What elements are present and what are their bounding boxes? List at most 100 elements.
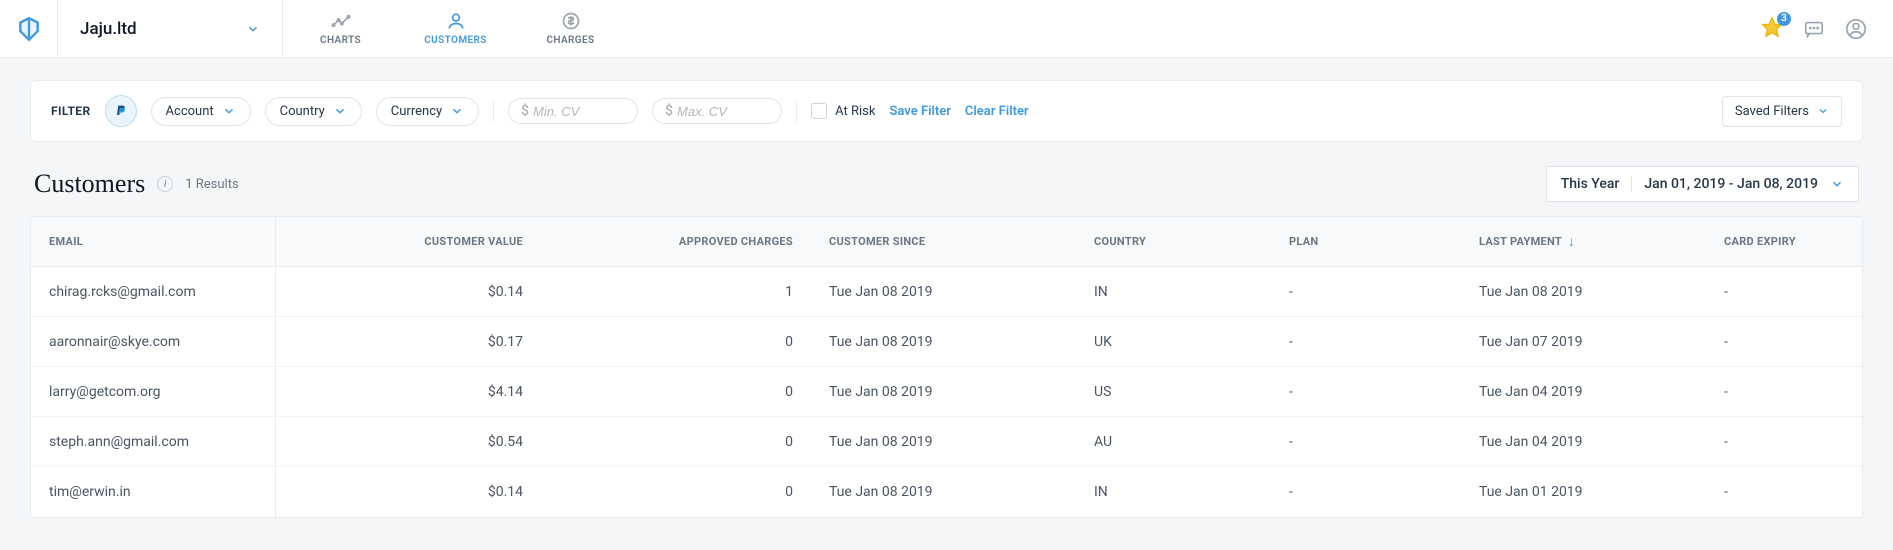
cell-approved-charges: 0 bbox=[541, 434, 811, 450]
user-avatar-icon[interactable] bbox=[1845, 18, 1867, 40]
col-customer-since[interactable]: CUSTOMER SINCE bbox=[811, 235, 1076, 248]
table-row[interactable]: tim@erwin.in$0.140Tue Jan 08 2019IN-Tue … bbox=[31, 467, 1862, 517]
dollar-circle-icon bbox=[561, 11, 581, 31]
cell-card-expiry: - bbox=[1706, 334, 1862, 350]
cell-customer-value: $0.54 bbox=[276, 434, 541, 450]
main-nav: CHARTS CUSTOMERS CHARGES bbox=[283, 0, 628, 57]
cell-last-payment: Tue Jan 07 2019 bbox=[1461, 334, 1706, 350]
col-plan[interactable]: PLAN bbox=[1271, 235, 1461, 248]
at-risk-toggle[interactable]: At Risk bbox=[811, 103, 875, 119]
filter-account[interactable]: Account bbox=[151, 97, 251, 126]
date-range-picker[interactable]: This Year Jan 01, 2019 - Jan 08, 2019 bbox=[1546, 166, 1859, 202]
nav-charts[interactable]: CHARTS bbox=[283, 0, 398, 57]
date-period: This Year bbox=[1561, 176, 1620, 192]
cell-customer-since: Tue Jan 08 2019 bbox=[811, 434, 1076, 450]
cell-plan: - bbox=[1271, 334, 1461, 350]
cell-plan: - bbox=[1271, 284, 1461, 300]
nav-charges-label: CHARGES bbox=[546, 35, 594, 46]
cell-customer-since: Tue Jan 08 2019 bbox=[811, 334, 1076, 350]
favorites-button[interactable]: 3 bbox=[1761, 16, 1783, 42]
separator bbox=[796, 100, 797, 122]
col-card-expiry[interactable]: CARD EXPIRY bbox=[1706, 235, 1862, 248]
col-last-payment[interactable]: LAST PAYMENT↓ bbox=[1461, 235, 1706, 249]
chevron-down-icon bbox=[222, 104, 236, 118]
app-logo[interactable] bbox=[0, 0, 58, 57]
cell-email: larry@getcom.org bbox=[31, 367, 276, 416]
max-cv-input-wrap: $ bbox=[652, 98, 782, 124]
cell-country: UK bbox=[1076, 334, 1271, 350]
dollar-icon: $ bbox=[521, 103, 529, 119]
filter-country[interactable]: Country bbox=[265, 97, 362, 126]
cell-approved-charges: 0 bbox=[541, 484, 811, 500]
cell-plan: - bbox=[1271, 384, 1461, 400]
cell-plan: - bbox=[1271, 484, 1461, 500]
cell-customer-since: Tue Jan 08 2019 bbox=[811, 384, 1076, 400]
table-row[interactable]: larry@getcom.org$4.140Tue Jan 08 2019US-… bbox=[31, 367, 1862, 417]
table-row[interactable]: chirag.rcks@gmail.com$0.141Tue Jan 08 20… bbox=[31, 267, 1862, 317]
cell-country: IN bbox=[1076, 484, 1271, 500]
cell-approved-charges: 0 bbox=[541, 334, 811, 350]
chart-icon bbox=[331, 11, 351, 31]
chevron-down-icon bbox=[1817, 105, 1829, 117]
col-email[interactable]: EMAIL bbox=[31, 217, 276, 266]
saved-filters-dropdown[interactable]: Saved Filters bbox=[1722, 96, 1842, 127]
cell-email: aaronnair@skye.com bbox=[31, 317, 276, 366]
info-icon[interactable]: i bbox=[157, 176, 173, 192]
chat-icon[interactable] bbox=[1803, 18, 1825, 40]
customers-table: EMAIL CUSTOMER VALUE APPROVED CHARGES CU… bbox=[30, 216, 1863, 518]
table-row[interactable]: steph.ann@gmail.com$0.540Tue Jan 08 2019… bbox=[31, 417, 1862, 467]
filter-label: FILTER bbox=[51, 104, 91, 118]
nav-charges[interactable]: CHARGES bbox=[513, 0, 628, 57]
cell-approved-charges: 1 bbox=[541, 284, 811, 300]
cell-approved-charges: 0 bbox=[541, 384, 811, 400]
results-count: 1 Results bbox=[185, 177, 238, 192]
chevron-down-icon bbox=[246, 22, 260, 36]
col-customer-value[interactable]: CUSTOMER VALUE bbox=[276, 235, 541, 248]
cell-last-payment: Tue Jan 04 2019 bbox=[1461, 434, 1706, 450]
cell-customer-value: $4.14 bbox=[276, 384, 541, 400]
max-cv-input[interactable] bbox=[677, 104, 769, 119]
col-approved-charges[interactable]: APPROVED CHARGES bbox=[541, 235, 811, 248]
org-name: Jaju.ltd bbox=[80, 19, 137, 39]
sort-desc-icon: ↓ bbox=[1568, 235, 1575, 249]
cell-card-expiry: - bbox=[1706, 484, 1862, 500]
notification-badge: 3 bbox=[1777, 12, 1791, 26]
person-icon bbox=[446, 11, 466, 31]
cell-customer-since: Tue Jan 08 2019 bbox=[811, 284, 1076, 300]
logo-icon bbox=[16, 16, 42, 42]
nav-customers-label: CUSTOMERS bbox=[424, 35, 487, 46]
cell-customer-value: $0.14 bbox=[276, 484, 541, 500]
col-country[interactable]: COUNTRY bbox=[1076, 235, 1271, 248]
cell-customer-value: $0.14 bbox=[276, 284, 541, 300]
separator bbox=[1631, 176, 1632, 192]
cell-customer-since: Tue Jan 08 2019 bbox=[811, 484, 1076, 500]
cell-country: US bbox=[1076, 384, 1271, 400]
cell-email: steph.ann@gmail.com bbox=[31, 417, 276, 466]
date-range: Jan 01, 2019 - Jan 08, 2019 bbox=[1644, 176, 1818, 192]
cell-plan: - bbox=[1271, 434, 1461, 450]
cell-last-payment: Tue Jan 01 2019 bbox=[1461, 484, 1706, 500]
chevron-down-icon bbox=[333, 104, 347, 118]
table-row[interactable]: aaronnair@skye.com$0.170Tue Jan 08 2019U… bbox=[31, 317, 1862, 367]
org-switcher[interactable]: Jaju.ltd bbox=[58, 0, 283, 57]
at-risk-checkbox[interactable] bbox=[811, 103, 827, 119]
top-actions: 3 bbox=[1761, 0, 1893, 57]
clear-filter-link[interactable]: Clear Filter bbox=[965, 104, 1029, 119]
cell-card-expiry: - bbox=[1706, 384, 1862, 400]
cell-customer-value: $0.17 bbox=[276, 334, 541, 350]
nav-customers[interactable]: CUSTOMERS bbox=[398, 0, 513, 57]
min-cv-input[interactable] bbox=[533, 104, 625, 119]
separator bbox=[493, 100, 494, 122]
filter-currency[interactable]: Currency bbox=[376, 97, 479, 126]
min-cv-input-wrap: $ bbox=[508, 98, 638, 124]
save-filter-link[interactable]: Save Filter bbox=[889, 104, 950, 119]
at-risk-label: At Risk bbox=[835, 104, 875, 119]
cell-card-expiry: - bbox=[1706, 284, 1862, 300]
cell-card-expiry: - bbox=[1706, 434, 1862, 450]
filter-bar: FILTER Account Country Currency $ $ At R… bbox=[30, 80, 1863, 142]
cell-last-payment: Tue Jan 04 2019 bbox=[1461, 384, 1706, 400]
table-body: chirag.rcks@gmail.com$0.141Tue Jan 08 20… bbox=[31, 267, 1862, 517]
cell-country: AU bbox=[1076, 434, 1271, 450]
cell-country: IN bbox=[1076, 284, 1271, 300]
payment-provider-icon[interactable] bbox=[105, 95, 137, 127]
